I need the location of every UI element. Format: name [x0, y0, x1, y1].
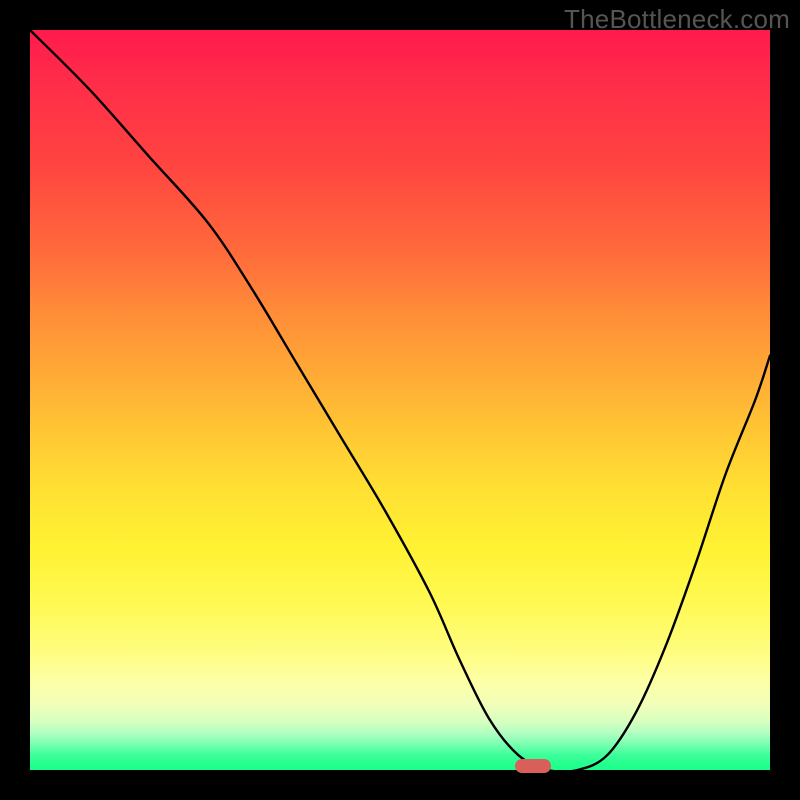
- chart-frame: TheBottleneck.com: [0, 0, 800, 800]
- watermark-label: TheBottleneck.com: [564, 4, 790, 35]
- bottleneck-curve: [30, 30, 770, 770]
- optimal-point-marker: [515, 759, 551, 773]
- plot-background-gradient: [30, 30, 770, 770]
- curve-layer: [30, 30, 770, 770]
